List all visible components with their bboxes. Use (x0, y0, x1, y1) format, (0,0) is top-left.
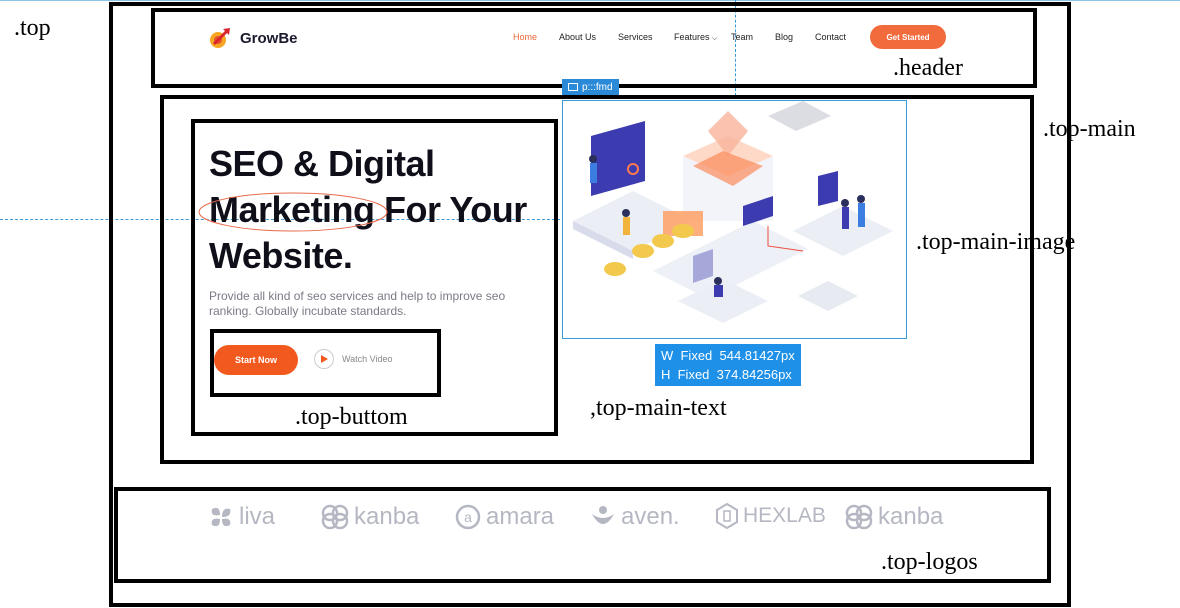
watch-video-label: Watch Video (342, 354, 393, 364)
hero-title: SEO & Digital Marketing For Your Website… (198, 141, 559, 279)
play-icon (314, 349, 334, 369)
dimension-readout: W Fixed 544.81427px H Fixed 374.84256px (655, 344, 801, 386)
nav-home[interactable]: Home (513, 32, 537, 42)
amara-icon: a (455, 504, 481, 530)
logo-aven: aven. (590, 503, 680, 531)
get-started-button[interactable]: Get Started (870, 25, 946, 49)
annotation-top-main: .top-main (1043, 116, 1136, 142)
nav-services[interactable]: Services (618, 32, 653, 42)
nav-features-label: Features (674, 32, 710, 42)
height-readout: H Fixed 374.84256px (661, 367, 792, 382)
liva-label: liva (239, 503, 276, 530)
selected-image-frame[interactable] (562, 100, 907, 339)
annotation-top-buttom: .top-buttom (295, 404, 408, 430)
aven-label: aven. (621, 503, 680, 530)
annotation-top-main-text: ,top-main-text (590, 395, 727, 421)
hexlab-icon (716, 503, 738, 529)
liva-icon (211, 507, 231, 527)
frame-icon (568, 83, 578, 91)
brand-name: GrowBe (240, 29, 298, 47)
logo-liva: liva (208, 503, 275, 531)
highlight-ellipse (198, 192, 388, 232)
start-now-button[interactable]: Start Now (214, 345, 298, 375)
hero-title-line2: Marketing For Your (198, 187, 559, 233)
amara-label: amara (486, 503, 555, 530)
aven-icon (592, 506, 614, 524)
annotation-header: .header (893, 55, 963, 81)
top-guide (0, 0, 1180, 1)
width-readout: W Fixed 544.81427px (661, 348, 795, 363)
hero-title-rest: For Your (374, 189, 527, 230)
hexlab-label: HEXLAB (743, 504, 826, 527)
logo-hexlab: HEXLAB (716, 503, 826, 529)
kanba-icon (845, 504, 873, 530)
kanba-icon (321, 504, 349, 530)
brand-logo[interactable]: GrowBe (208, 26, 298, 50)
hero-title-line3: Website. (209, 235, 353, 276)
logo-amara: a amara (455, 503, 554, 531)
selection-tag-label: p:::fmd (582, 81, 613, 93)
nav-contact[interactable]: Contact (815, 32, 846, 42)
annotation-top-logos: .top-logos (881, 549, 978, 575)
annotation-top: .top (14, 15, 51, 41)
logo-kanba-1: kanba (321, 503, 419, 531)
logo-kanba-2: kanba (845, 503, 943, 531)
nav-blog[interactable]: Blog (775, 32, 793, 42)
svg-text:a: a (464, 509, 472, 525)
annotation-top-main-image: .top-main-image (916, 229, 1076, 255)
nav-features[interactable]: Features ⌵ (674, 32, 717, 43)
nav-about-us[interactable]: About Us (559, 32, 596, 42)
chevron-down-icon: ⌵ (712, 35, 718, 42)
kanba-label-2: kanba (878, 503, 944, 530)
selection-tag[interactable]: p:::fmd (562, 79, 619, 95)
watch-video-button[interactable]: Watch Video (314, 349, 393, 369)
growth-arrow-icon (210, 28, 230, 48)
hero-title-line1: SEO & Digital (209, 143, 435, 184)
nav-team[interactable]: Team (731, 32, 753, 42)
kanba-label-1: kanba (354, 503, 420, 530)
hero-description: Provide all kind of seo services and hel… (209, 289, 506, 318)
